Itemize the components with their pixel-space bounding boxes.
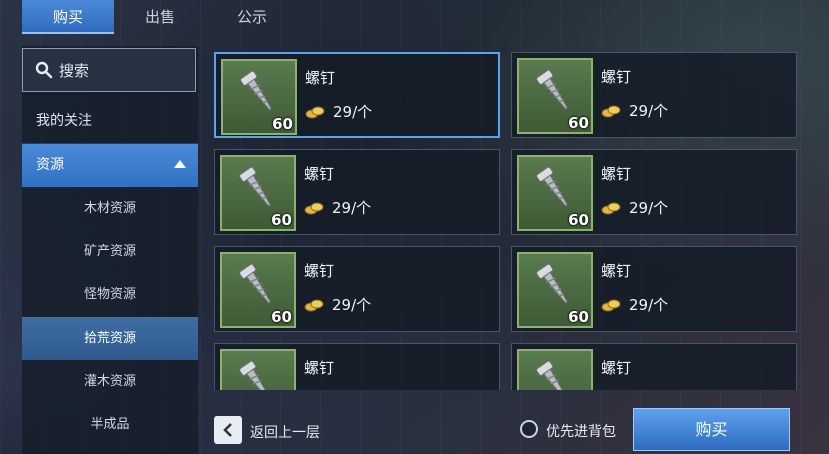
item-thumbnail: 60 [221, 59, 297, 135]
sidebar-item-shrub[interactable]: 灌木资源 [22, 360, 198, 403]
item-thumbnail: 60 [220, 252, 296, 328]
item-quantity: 60 [568, 114, 589, 132]
coin-icon [601, 299, 621, 311]
priority-backpack-label[interactable]: 优先进背包 [546, 421, 616, 441]
item-grid: 60 螺钉 29/个 60 螺钉 29/个 60 螺钉 29/个 60 螺钉 2… [214, 52, 799, 390]
screw-icon [536, 360, 568, 390]
screw-icon [239, 263, 271, 304]
sidebar-item-favorites[interactable]: 我的关注 [22, 100, 198, 143]
item-name: 螺钉 [304, 165, 335, 183]
search-icon [35, 61, 53, 79]
sidebar-item-monster[interactable]: 怪物资源 [22, 273, 198, 316]
item-card[interactable]: 60 螺钉 29/个 [214, 52, 500, 138]
top-tabs: 购买 出售 公示 [22, 0, 298, 34]
back-label[interactable]: 返回上一层 [250, 422, 320, 442]
item-name: 螺钉 [601, 359, 632, 377]
item-name: 螺钉 [304, 262, 335, 280]
screw-icon [239, 166, 271, 207]
item-quantity: 60 [568, 308, 589, 326]
tab-sell[interactable]: 出售 [114, 0, 206, 34]
item-thumbnail: 60 [517, 155, 593, 231]
item-name: 螺钉 [304, 359, 335, 377]
item-name: 螺钉 [305, 69, 336, 87]
item-price-row: 29/个 [304, 294, 371, 315]
sidebar-item-label: 资源 [36, 157, 64, 173]
item-price: 29/个 [333, 103, 373, 121]
sidebar-item-mineral[interactable]: 矿产资源 [22, 230, 198, 273]
item-card[interactable]: 60 螺钉 29/个 [511, 149, 797, 235]
chevron-left-icon [223, 423, 232, 437]
item-name: 螺钉 [601, 68, 632, 86]
item-quantity: 60 [271, 308, 292, 326]
item-price: 29/个 [332, 296, 372, 314]
item-card[interactable]: 60 螺钉 29/个 [214, 246, 500, 332]
item-card[interactable]: 60 螺钉 29/个 [511, 246, 797, 332]
item-price: 29/个 [629, 102, 669, 120]
item-price: 29/个 [332, 199, 372, 217]
search-button[interactable]: 搜索 [22, 48, 196, 92]
item-name: 螺钉 [601, 165, 632, 183]
item-thumbnail: 60 [220, 155, 296, 231]
coin-icon [304, 202, 324, 214]
priority-backpack-radio[interactable] [520, 420, 538, 438]
item-price: 29/个 [629, 199, 669, 217]
item-card[interactable]: 60 螺钉 29/个 [511, 52, 797, 138]
sidebar-item-wood[interactable]: 木材资源 [22, 187, 198, 230]
item-price-row: 29/个 [601, 197, 668, 218]
search-label: 搜索 [59, 61, 90, 80]
tab-announce[interactable]: 公示 [206, 0, 298, 34]
screw-icon [536, 69, 568, 110]
item-price-row: 29/个 [601, 294, 668, 315]
back-button[interactable] [214, 416, 242, 444]
caret-up-icon [174, 160, 186, 168]
item-price: 29/个 [629, 296, 669, 314]
item-price-row: 29/个 [305, 101, 372, 122]
coin-icon [305, 106, 325, 118]
item-name: 螺钉 [601, 262, 632, 280]
tab-buy[interactable]: 购买 [22, 0, 114, 34]
coin-icon [304, 299, 324, 311]
item-price-row: 29/个 [601, 100, 668, 121]
screw-icon [239, 360, 271, 390]
item-quantity: 60 [568, 211, 589, 229]
item-card[interactable]: 螺钉 [511, 343, 797, 390]
screw-icon [240, 70, 272, 111]
category-sidebar: 搜索 我的关注 资源 木材资源 矿产资源 怪物资源 拾荒资源 灌木资源 半成品 [22, 46, 198, 454]
coin-icon [601, 202, 621, 214]
sidebar-item-scavenge[interactable]: 拾荒资源 [22, 317, 198, 360]
sidebar-item-resources[interactable]: 资源 [22, 144, 198, 187]
coin-icon [601, 105, 621, 117]
item-thumbnail [517, 349, 593, 390]
screw-icon [536, 166, 568, 207]
buy-button[interactable]: 购买 [633, 408, 790, 451]
item-thumbnail: 60 [517, 252, 593, 328]
item-card[interactable]: 螺钉 [214, 343, 500, 390]
item-quantity: 60 [272, 115, 293, 133]
item-thumbnail [220, 349, 296, 390]
item-quantity: 60 [271, 211, 292, 229]
sidebar-item-semi-finished[interactable]: 半成品 [22, 403, 198, 446]
item-thumbnail: 60 [517, 58, 593, 134]
screw-icon [536, 263, 568, 304]
item-price-row: 29/个 [304, 197, 371, 218]
item-card[interactable]: 60 螺钉 29/个 [214, 149, 500, 235]
